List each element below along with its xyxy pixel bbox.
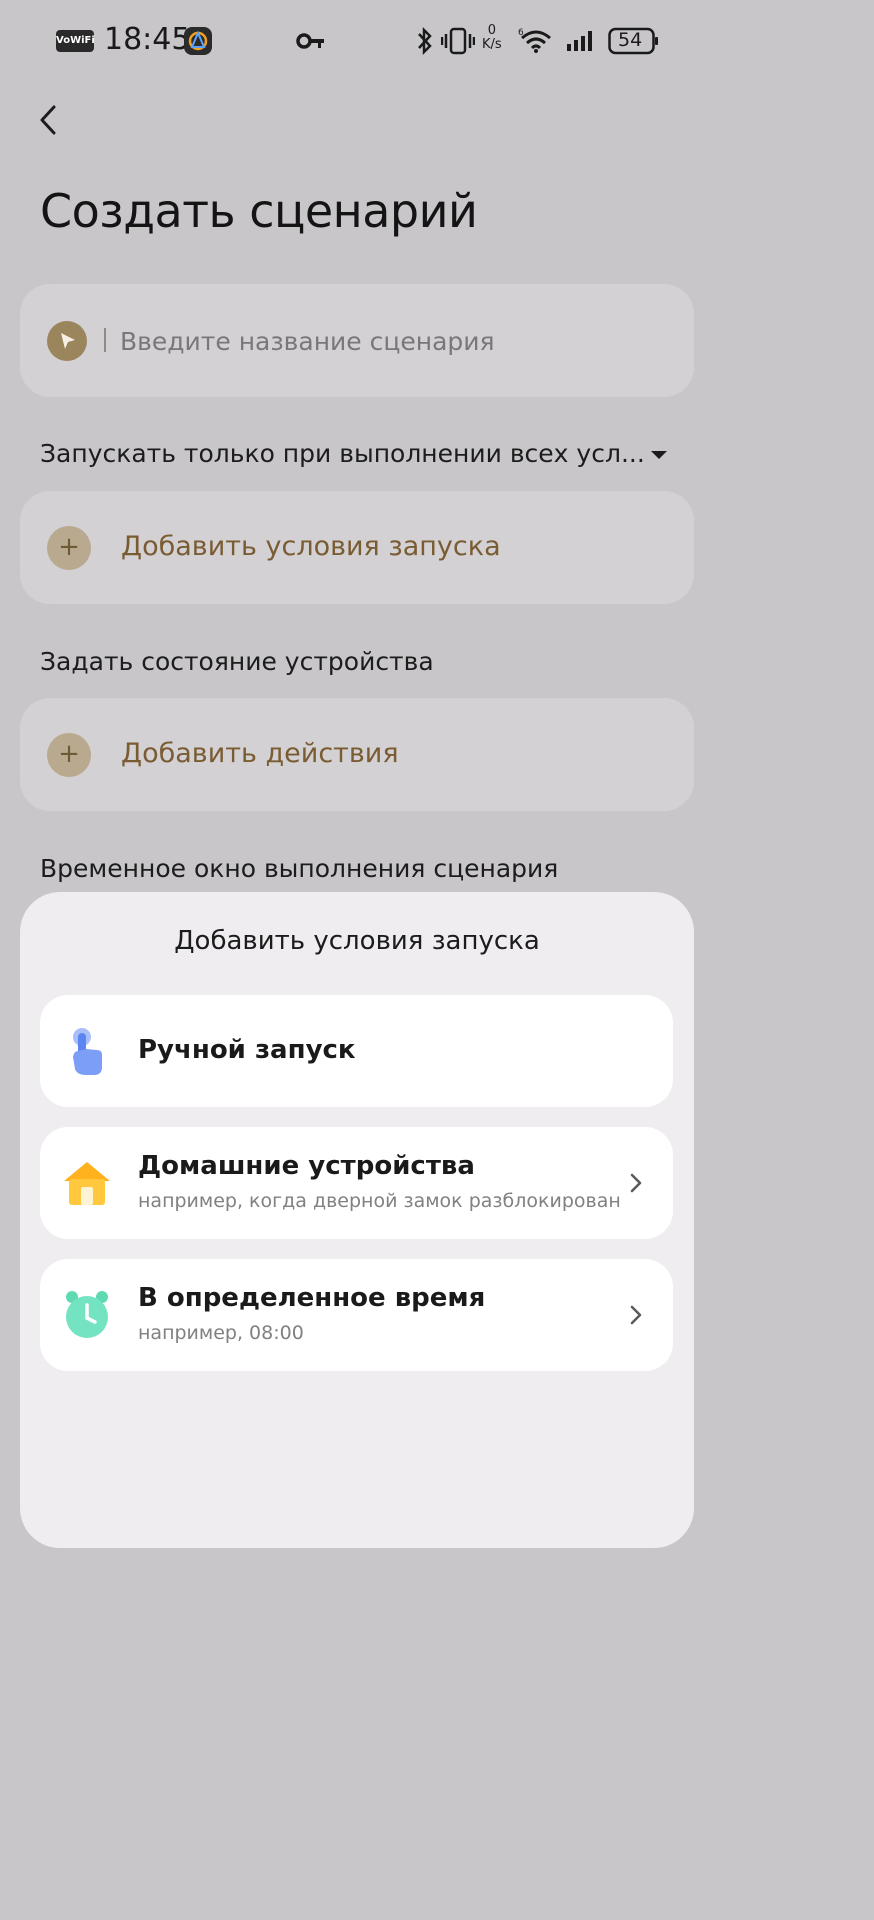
tap-hand-icon xyxy=(62,1025,112,1077)
alarm-clock-icon xyxy=(62,1289,112,1341)
scenario-name-card xyxy=(20,284,694,397)
add-conditions-button[interactable]: + Добавить условия запуска xyxy=(20,491,694,604)
chevron-right-icon xyxy=(628,1303,644,1327)
vibrate-icon xyxy=(440,26,476,60)
plus-icon: + xyxy=(47,733,91,777)
bluetooth-icon xyxy=(415,26,435,60)
back-button[interactable] xyxy=(30,100,66,140)
add-conditions-sheet: Добавить условия запуска Ручной запуск Д… xyxy=(20,892,694,1548)
scenario-icon-picker[interactable] xyxy=(47,321,87,361)
option-subtitle: например, 08:00 xyxy=(138,1322,304,1344)
option-title: В определенное время xyxy=(138,1283,486,1313)
text-caret xyxy=(104,328,106,352)
plus-icon: + xyxy=(47,526,91,570)
page-title: Создать сценарий xyxy=(40,184,478,238)
home-icon xyxy=(62,1157,112,1209)
condition-mode-select[interactable]: Запускать только при выполнении всех усл… xyxy=(40,439,645,468)
add-actions-label: Добавить действия xyxy=(121,738,399,769)
chevron-left-icon xyxy=(40,105,56,135)
option-scheduled-time[interactable]: В определенное время например, 08:00 xyxy=(40,1259,673,1371)
option-subtitle: например, когда дверной замок разблокиро… xyxy=(138,1190,621,1212)
scenario-name-input[interactable] xyxy=(120,321,660,361)
option-home-devices[interactable]: Домашние устройства например, когда двер… xyxy=(40,1127,673,1239)
cursor-icon xyxy=(61,333,75,349)
network-speed: 0 K/s xyxy=(482,23,502,52)
option-title: Ручной запуск xyxy=(138,1035,356,1065)
battery-level: 54 xyxy=(618,29,643,51)
option-title: Домашние устройства xyxy=(138,1151,475,1181)
sheet-title: Добавить условия запуска xyxy=(174,926,540,956)
chevron-right-icon xyxy=(628,1171,644,1195)
battery-icon: 54 xyxy=(608,27,660,55)
time-window-section-label: Временное окно выполнения сценария xyxy=(40,854,559,883)
app-notification-icon xyxy=(184,27,212,55)
actions-section-label: Задать состояние устройства xyxy=(40,647,434,676)
add-actions-button[interactable]: + Добавить действия xyxy=(20,698,694,811)
dropdown-arrow-icon[interactable] xyxy=(651,451,667,459)
wifi-icon: 6 xyxy=(518,26,554,58)
status-time: 18:45 xyxy=(104,22,191,57)
signal-icon xyxy=(566,28,598,56)
status-bar: VoWiFi 18:45 0 K/s 6 54 xyxy=(0,0,714,82)
add-conditions-label: Добавить условия запуска xyxy=(121,531,501,562)
vowifi-badge: VoWiFi xyxy=(56,30,95,52)
option-manual-launch[interactable]: Ручной запуск xyxy=(40,995,673,1107)
key-icon xyxy=(296,30,326,56)
